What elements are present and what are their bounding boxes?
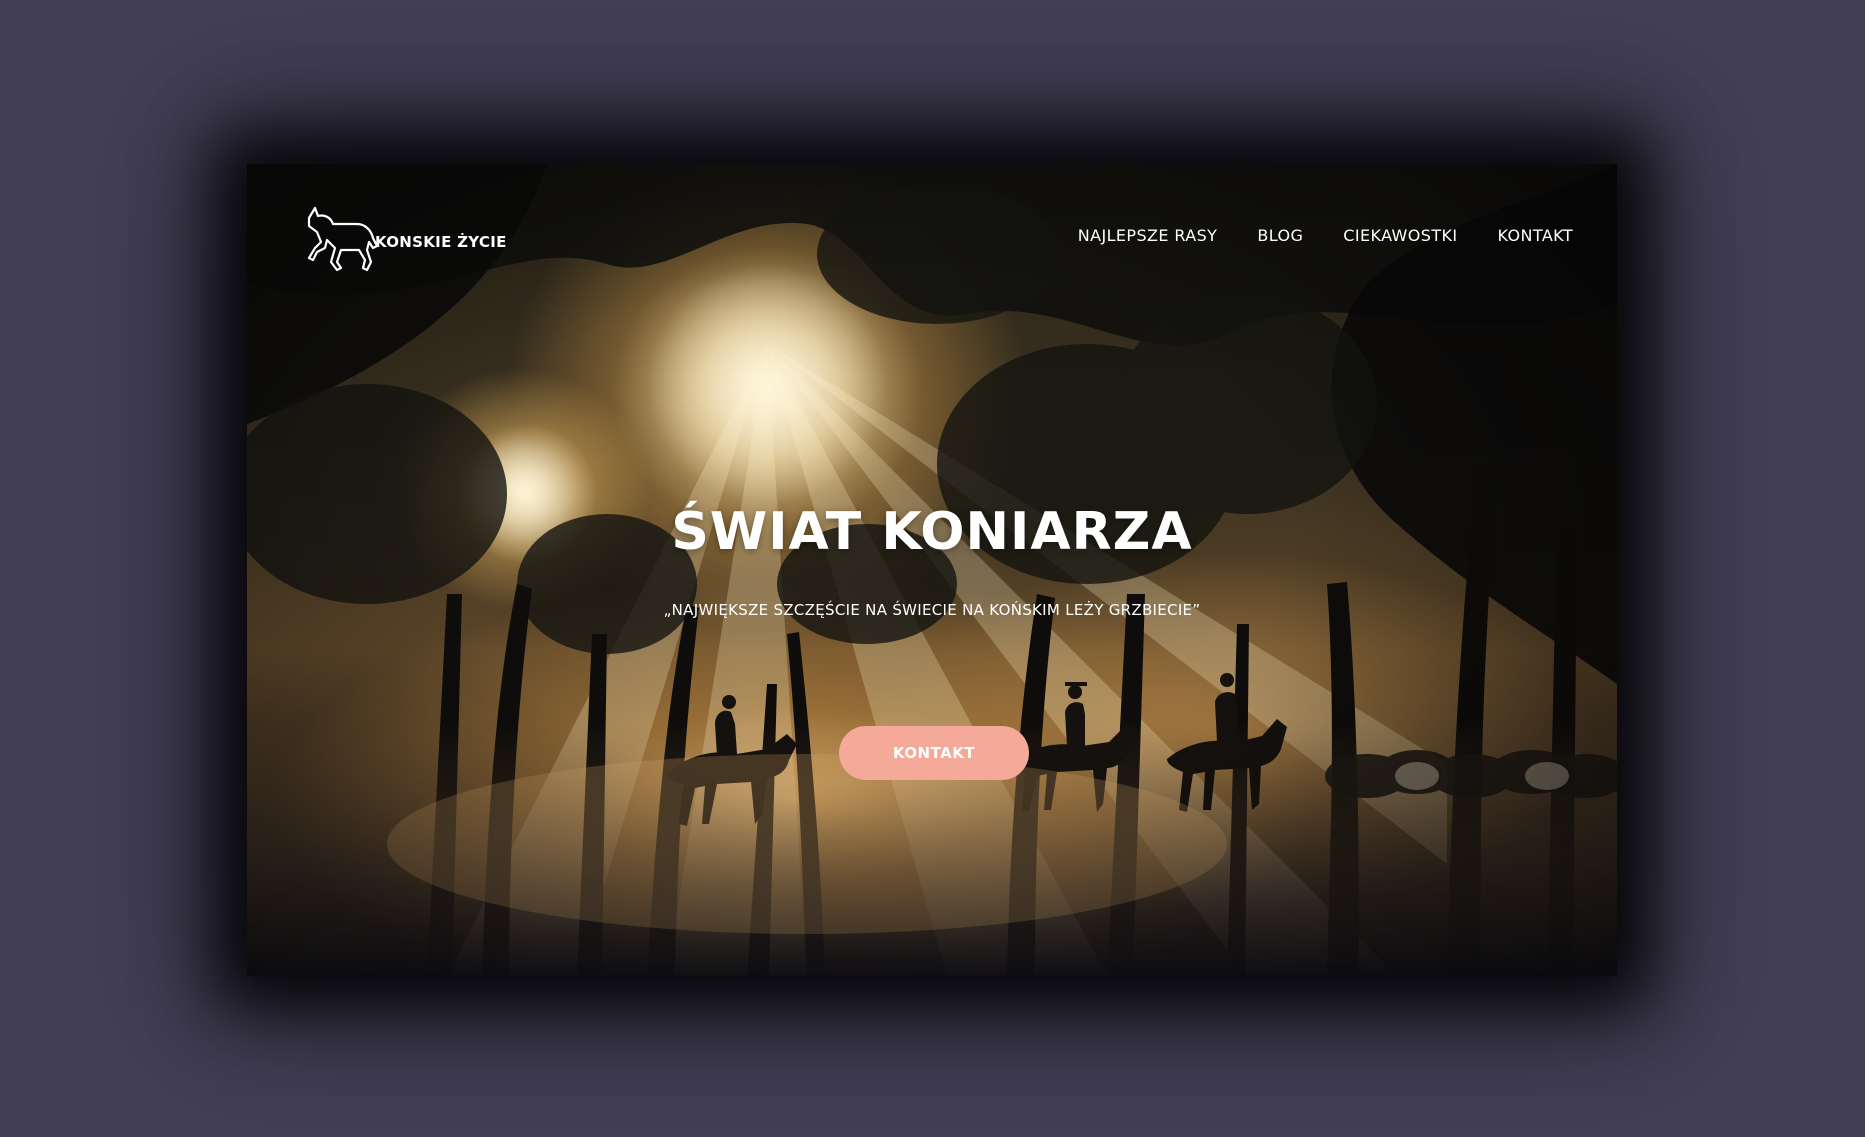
horse-outline-icon	[307, 206, 379, 272]
menu-item-najlepsze-rasy[interactable]: NAJLEPSZE RASY	[1078, 226, 1218, 245]
menu-item-kontakt[interactable]: KONTAKT	[1498, 226, 1573, 245]
top-navigation: KONSKIE ŻYCIE NAJLEPSZE RASY BLOG CIEKAW…	[247, 164, 1617, 294]
kontakt-button[interactable]: KONTAKT	[839, 726, 1029, 780]
logo-text: KONSKIE ŻYCIE	[375, 233, 507, 251]
menu-item-blog[interactable]: BLOG	[1257, 226, 1303, 245]
landing-page: KONSKIE ŻYCIE NAJLEPSZE RASY BLOG CIEKAW…	[247, 164, 1617, 976]
main-menu: NAJLEPSZE RASY BLOG CIEKAWOSTKI KONTAKT	[1078, 226, 1573, 245]
logo-link[interactable]: KONSKIE ŻYCIE	[301, 204, 507, 274]
menu-item-ciekawostki[interactable]: CIEKAWOSTKI	[1343, 226, 1457, 245]
hero-title: ŚWIAT KONIARZA	[671, 502, 1193, 562]
hero-quote: „NAJWIĘKSZE SZCZĘŚCIE NA ŚWIECIE NA KOŃS…	[663, 601, 1201, 619]
